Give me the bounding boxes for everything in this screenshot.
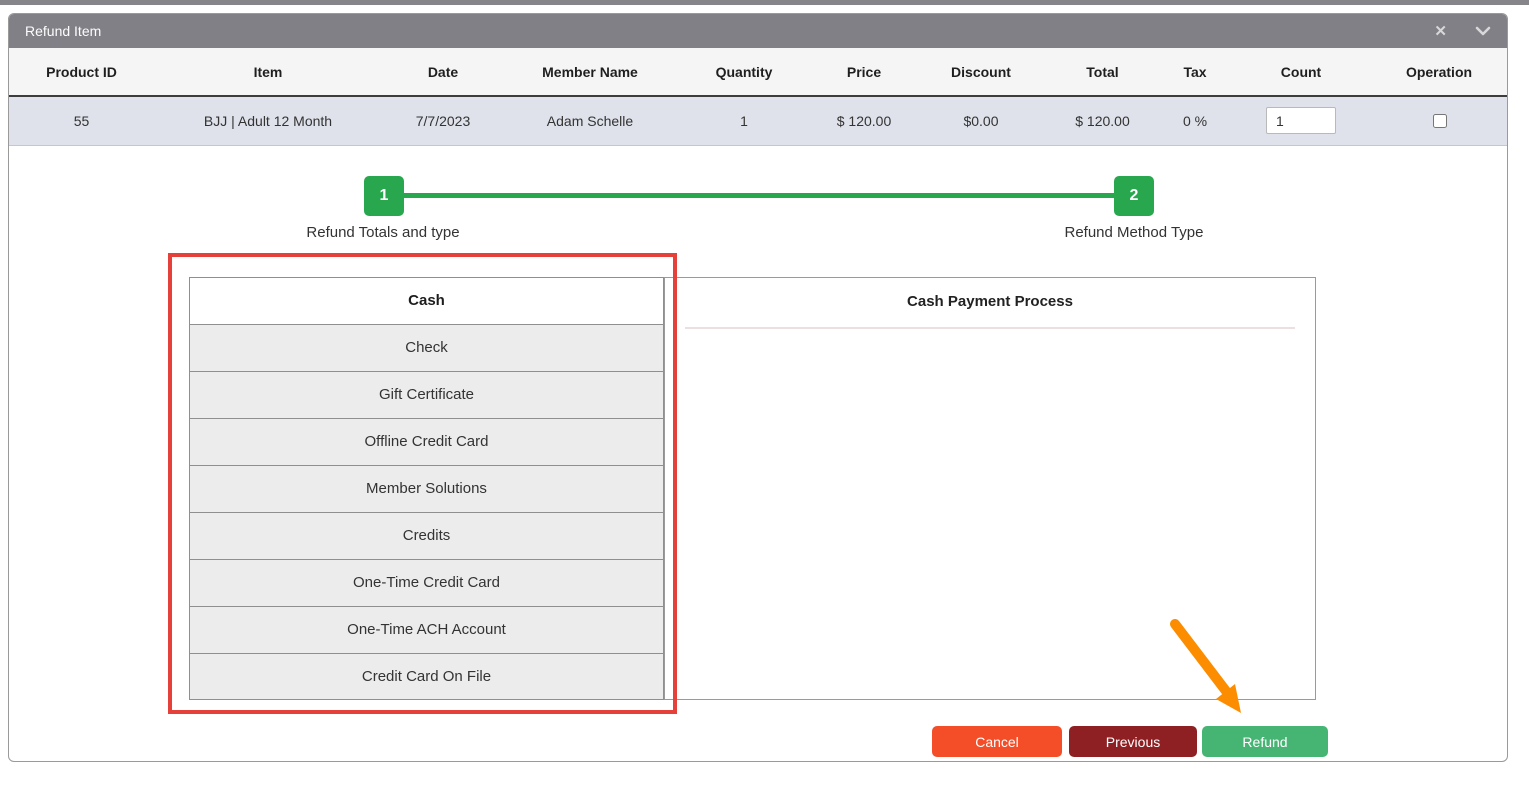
operation-checkbox[interactable] (1433, 114, 1447, 128)
panel-divider (685, 327, 1295, 329)
stepper-step-1-label: Refund Totals and type (223, 224, 543, 241)
payment-method-list: Cash Check Gift Certificate Offline Cred… (189, 277, 664, 700)
cell-quantity: 1 (676, 96, 812, 145)
col-header-total: Total (1046, 48, 1159, 96)
cancel-button[interactable]: Cancel (932, 726, 1062, 757)
stepper-connector-line (402, 193, 1116, 198)
col-header-count: Count (1231, 48, 1371, 96)
payment-method-item-one-time-ach-account[interactable]: One-Time ACH Account (190, 607, 663, 654)
cell-tax: 0 % (1159, 96, 1231, 145)
col-header-item: Item (154, 48, 382, 96)
chevron-down-icon[interactable] (1475, 26, 1491, 36)
payment-method-item-gift-certificate[interactable]: Gift Certificate (190, 372, 663, 419)
cell-price: $ 120.00 (812, 96, 916, 145)
cell-member-name: Adam Schelle (504, 96, 676, 145)
stepper-step-2-label: Refund Method Type (974, 224, 1294, 241)
col-header-member-name: Member Name (504, 48, 676, 96)
payment-method-item-cash[interactable]: Cash (190, 278, 663, 325)
payment-method-item-offline-credit-card[interactable]: Offline Credit Card (190, 419, 663, 466)
refund-button[interactable]: Refund (1202, 726, 1328, 757)
payment-method-item-check[interactable]: Check (190, 325, 663, 372)
background-window-strip (0, 0, 1529, 5)
refund-item-modal: Refund Item ✕ Product ID Item Date Membe… (8, 13, 1508, 762)
stepper-step-1[interactable]: 1 (364, 176, 404, 216)
col-header-product-id: Product ID (9, 48, 154, 96)
payment-method-item-one-time-credit-card[interactable]: One-Time Credit Card (190, 560, 663, 607)
close-icon[interactable]: ✕ (1434, 24, 1447, 39)
previous-button[interactable]: Previous (1069, 726, 1197, 757)
col-header-price: Price (812, 48, 916, 96)
cell-discount: $0.00 (916, 96, 1046, 145)
count-input[interactable] (1266, 107, 1336, 134)
cell-date: 7/7/2023 (382, 96, 504, 145)
refund-items-table: Product ID Item Date Member Name Quantit… (9, 48, 1507, 146)
stepper-step-2[interactable]: 2 (1114, 176, 1154, 216)
col-header-tax: Tax (1159, 48, 1231, 96)
payment-method-item-member-solutions[interactable]: Member Solutions (190, 466, 663, 513)
payment-method-item-credit-card-on-file[interactable]: Credit Card On File (190, 654, 663, 700)
payment-method-item-credits[interactable]: Credits (190, 513, 663, 560)
modal-titlebar: Refund Item ✕ (9, 14, 1507, 48)
payment-process-panel: Cash Payment Process (664, 277, 1316, 700)
col-header-operation: Operation (1371, 48, 1507, 96)
col-header-quantity: Quantity (676, 48, 812, 96)
cell-item: BJJ | Adult 12 Month (154, 96, 382, 145)
modal-title: Refund Item (25, 23, 101, 39)
payment-process-title: Cash Payment Process (665, 293, 1315, 310)
col-header-discount: Discount (916, 48, 1046, 96)
cell-product-id: 55 (9, 96, 154, 145)
table-row: 55 BJJ | Adult 12 Month 7/7/2023 Adam Sc… (9, 96, 1507, 145)
table-header-row: Product ID Item Date Member Name Quantit… (9, 48, 1507, 96)
col-header-date: Date (382, 48, 504, 96)
cell-total: $ 120.00 (1046, 96, 1159, 145)
